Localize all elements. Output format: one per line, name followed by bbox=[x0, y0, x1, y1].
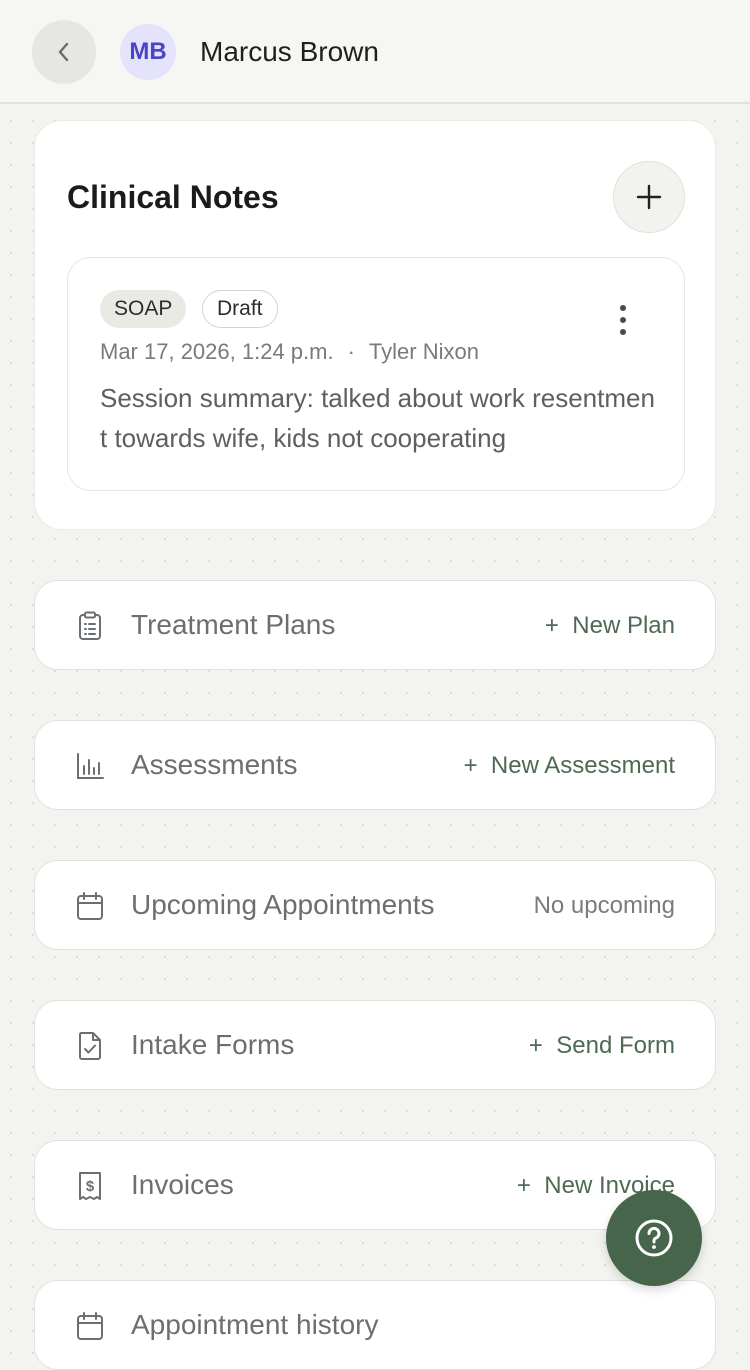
plus-icon: + bbox=[528, 1032, 543, 1059]
meta-separator: · bbox=[347, 339, 355, 364]
section-label: Invoices bbox=[131, 1169, 234, 1200]
section-intake-forms[interactable]: Intake Forms + Send Form bbox=[34, 1000, 716, 1090]
new-assessment-label: New Assessment bbox=[490, 752, 675, 779]
avatar: MB bbox=[120, 24, 176, 80]
note-status-badge: Draft bbox=[202, 290, 278, 328]
send-form-button[interactable]: + Send Form bbox=[529, 1029, 675, 1063]
top-bar: MB Marcus Brown bbox=[0, 0, 750, 104]
more-options-icon[interactable] bbox=[608, 302, 638, 338]
add-note-button[interactable] bbox=[613, 161, 685, 233]
clipboard-icon bbox=[75, 611, 105, 641]
section-treatment-plans[interactable]: Treatment Plans + New Plan bbox=[34, 580, 716, 670]
question-circle-icon bbox=[635, 1219, 673, 1257]
section-label: Assessments bbox=[131, 749, 298, 780]
bar-chart-icon bbox=[75, 751, 105, 781]
svg-text:$: $ bbox=[86, 1178, 95, 1195]
calendar-icon bbox=[75, 891, 105, 921]
clinical-notes-card: Clinical Notes SOAP Draft Mar 17, 2026, … bbox=[34, 120, 716, 530]
new-plan-label: New Plan bbox=[572, 612, 675, 639]
client-name: Marcus Brown bbox=[200, 36, 379, 67]
plus-icon bbox=[636, 184, 662, 210]
new-plan-button[interactable]: + New Plan bbox=[545, 609, 675, 643]
back-button[interactable] bbox=[32, 20, 96, 84]
calendar-icon bbox=[75, 1311, 105, 1341]
clinical-notes-title: Clinical Notes bbox=[67, 179, 279, 215]
section-label: Upcoming Appointments bbox=[131, 889, 435, 920]
section-assessments[interactable]: Assessments + New Assessment bbox=[34, 720, 716, 810]
send-form-label: Send Form bbox=[556, 1032, 675, 1059]
chevron-left-icon bbox=[58, 42, 69, 62]
note-item[interactable]: SOAP Draft Mar 17, 2026, 1:24 p.m. · Tyler… bbox=[67, 257, 685, 491]
note-summary: Session summary: talked about work resen… bbox=[100, 383, 655, 453]
section-upcoming-appointments[interactable]: Upcoming Appointments No upcoming bbox=[34, 860, 716, 950]
section-label: Appointment history bbox=[131, 1309, 379, 1340]
help-button[interactable] bbox=[606, 1190, 702, 1286]
section-appointment-history[interactable]: Appointment history bbox=[34, 1280, 716, 1370]
note-datetime: Mar 17, 2026, 1:24 p.m. bbox=[100, 339, 334, 364]
section-label: Intake Forms bbox=[131, 1029, 295, 1060]
plus-icon: + bbox=[516, 1172, 531, 1199]
note-author: Tyler Nixon bbox=[368, 339, 479, 364]
plus-icon: + bbox=[463, 752, 478, 779]
note-type-badge: SOAP bbox=[100, 290, 187, 328]
no-upcoming-status: No upcoming bbox=[533, 892, 675, 919]
note-meta: Mar 17, 2026, 1:24 p.m. · Tyler Nixon bbox=[100, 338, 479, 366]
plus-icon: + bbox=[544, 612, 559, 639]
new-assessment-button[interactable]: + New Assessment bbox=[464, 749, 675, 783]
receipt-icon: $ bbox=[75, 1171, 105, 1201]
section-label: Treatment Plans bbox=[131, 609, 336, 640]
file-check-icon bbox=[75, 1031, 105, 1061]
